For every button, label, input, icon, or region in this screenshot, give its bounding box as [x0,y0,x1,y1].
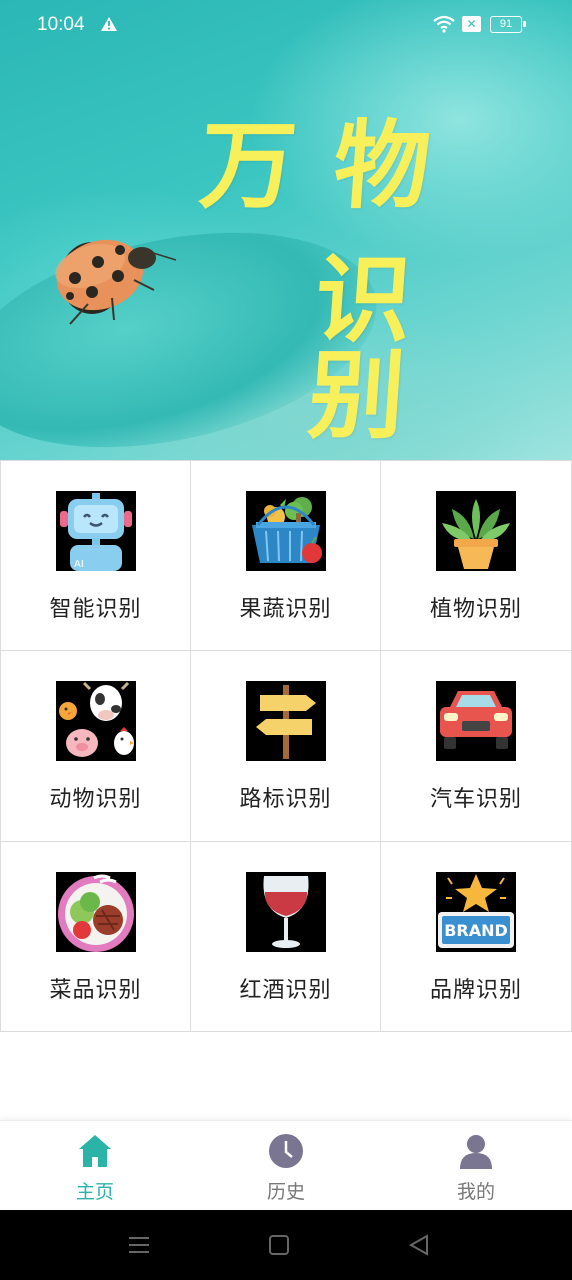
category-label: 品牌识别 [429,978,522,1003]
system-nav-bar [0,1210,572,1280]
brand-icon-text: BRAND [444,921,508,940]
category-label: 红酒识别 [239,978,332,1003]
status-time: 10:04 [37,14,85,35]
category-label: 智能识别 [49,597,142,622]
banner-title-line2: 识别 [304,244,454,452]
battery-icon: 91 [490,16,526,33]
sim-off-icon: ✕ [462,16,481,32]
nav-mine-label: 我的 [456,1181,495,1203]
nav-home-label: 主页 [75,1181,114,1203]
category-plant[interactable]: 植物识别 [381,461,572,651]
category-brand[interactable]: BRAND 品牌识别 [381,842,572,1032]
signpost-icon [245,681,326,761]
category-signpost[interactable]: 路标识别 [191,651,381,842]
user-icon [460,1135,492,1169]
category-dish[interactable]: 菜品识别 [0,842,191,1032]
category-smart[interactable]: AI 智能识别 [0,461,191,651]
back-triangle-icon[interactable] [406,1232,432,1258]
fruit-basket-icon [245,491,326,571]
home-square-icon[interactable] [266,1232,292,1258]
ladybug-icon [55,239,177,325]
nav-history[interactable]: 历史 [226,1131,346,1205]
nav-mine[interactable]: 我的 [416,1131,536,1205]
nav-home[interactable]: 主页 [35,1131,155,1205]
dish-plate-icon [55,872,136,952]
home-icon [79,1135,111,1167]
ai-robot-icon: AI [55,491,136,571]
status-bar: 10:04 ✕ 91 [0,0,572,52]
category-animal[interactable]: 动物识别 [0,651,191,842]
brand-star-icon: BRAND [436,872,516,952]
car-icon [436,681,516,761]
category-label: 菜品识别 [49,978,142,1003]
animals-icon [55,681,136,761]
category-car[interactable]: 汽车识别 [381,651,572,842]
category-label: 路标识别 [239,787,332,812]
potted-plant-icon [436,491,516,571]
bottom-navigation: 主页 历史 我的 [0,1120,572,1210]
category-label: 动物识别 [49,787,142,812]
wifi-icon [433,15,455,33]
wine-glass-icon [245,872,326,952]
nav-history-label: 历史 [266,1181,305,1203]
category-grid: AI 智能识别 果蔬识别 植物识别 动物识别 路标识别 汽车识别 菜品识别 红酒… [0,460,572,1032]
warning-icon [101,17,117,31]
category-label: 汽车识别 [429,787,522,812]
category-wine[interactable]: 红酒识别 [191,842,381,1032]
app-screen: 万物 识别 10:04 ✕ 91 AI 智能识别 果蔬识别 植物识别 动物识别 … [0,0,572,1280]
category-fruit-veg[interactable]: 果蔬识别 [191,461,381,651]
banner-title-line1: 万物 [196,110,472,222]
category-label: 果蔬识别 [239,597,332,622]
banner-image: 万物 识别 [0,0,572,460]
svg-text:AI: AI [74,559,84,570]
category-label: 植物识别 [429,597,522,622]
clock-icon [269,1134,303,1168]
menu-icon[interactable] [126,1232,152,1258]
